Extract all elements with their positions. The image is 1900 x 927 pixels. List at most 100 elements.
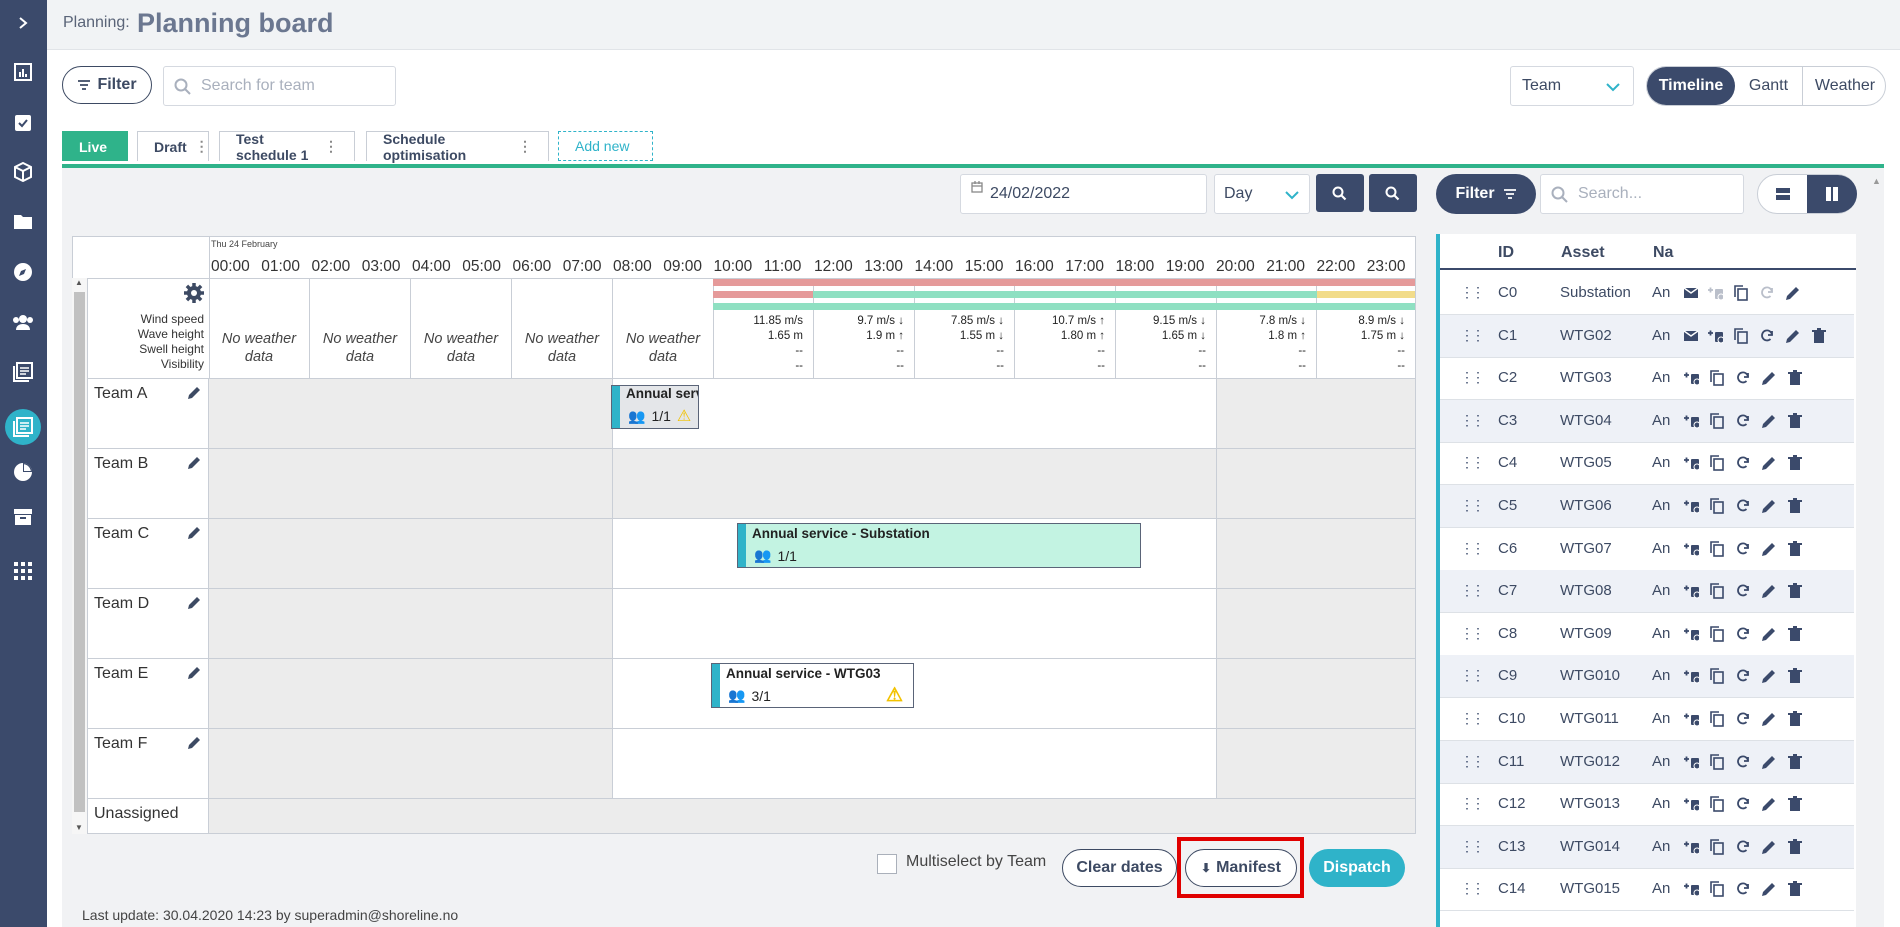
planning-board-icon[interactable] — [5, 409, 41, 445]
copy-icon[interactable] — [1708, 753, 1726, 771]
add-to-schedule-icon[interactable] — [1682, 838, 1700, 856]
drag-handle-icon[interactable]: ⋮⋮ — [1460, 625, 1485, 642]
edit-pencil-icon[interactable] — [1760, 795, 1778, 813]
scroll-down-icon[interactable]: ▼ — [75, 823, 83, 832]
dashboard-chart-icon[interactable] — [10, 59, 36, 85]
copy-icon[interactable] — [1708, 412, 1726, 430]
drag-handle-icon[interactable]: ⋮⋮ — [1460, 327, 1485, 344]
add-to-schedule-icon[interactable] — [1682, 667, 1700, 685]
tab-live[interactable]: Live — [62, 131, 128, 161]
sync-icon[interactable] — [1734, 625, 1752, 643]
delete-trash-icon[interactable] — [1786, 454, 1804, 472]
manifest-button[interactable]: ⬇ Manifest — [1185, 849, 1297, 887]
scrollbar-thumb[interactable] — [74, 292, 85, 812]
drag-handle-icon[interactable]: ⋮⋮ — [1460, 880, 1485, 897]
sync-icon[interactable] — [1758, 327, 1776, 345]
settings-gear-icon[interactable] — [183, 282, 205, 304]
copy-icon[interactable] — [1708, 540, 1726, 558]
copy-icon[interactable] — [1708, 454, 1726, 472]
table-row[interactable]: ⋮⋮ C5 WTG06 An — [1440, 485, 1854, 528]
table-row[interactable]: ⋮⋮ C10 WTG011 An — [1440, 698, 1854, 741]
package-box-icon[interactable] — [10, 159, 36, 185]
edit-pencil-icon[interactable] — [1784, 284, 1802, 302]
copy-icon[interactable] — [1708, 710, 1726, 728]
table-row[interactable]: ⋮⋮ C12 WTG013 An — [1440, 783, 1854, 827]
copy-icon[interactable] — [1708, 497, 1726, 515]
add-to-schedule-icon[interactable] — [1682, 710, 1700, 728]
table-row[interactable]: ⋮⋮ C1 WTG02 An — [1440, 314, 1854, 358]
table-row[interactable]: ⋮⋮ C11 WTG012 An — [1440, 740, 1854, 784]
add-to-schedule-icon[interactable] — [1682, 540, 1700, 558]
drag-handle-icon[interactable]: ⋮⋮ — [1460, 412, 1485, 429]
drag-handle-icon[interactable]: ⋮⋮ — [1460, 284, 1485, 301]
team-search-input[interactable]: Search for team — [163, 66, 396, 106]
more-vertical-icon[interactable]: ⋮ — [324, 138, 338, 155]
table-row[interactable]: ⋮⋮ C9 WTG010 An — [1440, 655, 1854, 699]
drag-handle-icon[interactable]: ⋮⋮ — [1460, 497, 1485, 514]
table-row[interactable]: ⋮⋮ C6 WTG07 An — [1440, 528, 1854, 571]
delete-trash-icon[interactable] — [1786, 838, 1804, 856]
apps-grid-icon[interactable] — [10, 558, 36, 584]
edit-pencil-icon[interactable] — [1760, 625, 1778, 643]
edit-pencil-icon[interactable] — [1760, 497, 1778, 515]
delete-trash-icon[interactable] — [1786, 582, 1804, 600]
filter-button[interactable]: Filter — [62, 66, 152, 104]
copy-icon[interactable] — [1708, 880, 1726, 898]
multiselect-checkbox[interactable] — [877, 854, 897, 874]
sync-icon[interactable] — [1734, 412, 1752, 430]
group-by-select[interactable]: Team — [1510, 66, 1634, 106]
range-select[interactable]: Day — [1214, 174, 1310, 214]
delete-trash-icon[interactable] — [1786, 753, 1804, 771]
schedule-list-icon[interactable] — [10, 359, 36, 385]
stacked-layout-button[interactable] — [1758, 175, 1807, 213]
archive-icon[interactable] — [10, 504, 36, 530]
task-card[interactable]: Annual serv 👥 1/1 ⚠ — [611, 385, 699, 429]
sync-icon[interactable] — [1734, 497, 1752, 515]
edit-pencil-icon[interactable] — [1760, 838, 1778, 856]
table-row[interactable]: ⋮⋮ C3 WTG04 An — [1440, 399, 1854, 443]
add-to-schedule-icon[interactable] — [1706, 284, 1724, 302]
delete-trash-icon[interactable] — [1786, 880, 1804, 898]
edit-pencil-icon[interactable] — [1760, 667, 1778, 685]
more-vertical-icon[interactable]: ⋮ — [195, 138, 209, 155]
dispatch-button[interactable]: Dispatch — [1309, 849, 1405, 887]
table-row[interactable]: ⋮⋮ C2 WTG03 An — [1440, 357, 1854, 401]
tab-test-schedule[interactable]: Test schedule 1 ⋮ — [219, 131, 355, 163]
drag-handle-icon[interactable]: ⋮⋮ — [1460, 582, 1485, 599]
delete-trash-icon[interactable] — [1786, 667, 1804, 685]
edit-pencil-icon[interactable] — [1760, 454, 1778, 472]
add-new-tab[interactable]: Add new — [558, 131, 653, 161]
sync-icon[interactable] — [1734, 710, 1752, 728]
drag-handle-icon[interactable]: ⋮⋮ — [1460, 454, 1485, 471]
team-users-icon[interactable] — [10, 309, 36, 335]
copy-icon[interactable] — [1708, 838, 1726, 856]
task-search-input[interactable]: Search... — [1540, 174, 1744, 214]
zoom-in-button[interactable] — [1369, 174, 1417, 212]
tab-draft[interactable]: Draft ⋮ — [137, 131, 209, 161]
delete-trash-icon[interactable] — [1786, 497, 1804, 515]
drag-handle-icon[interactable]: ⋮⋮ — [1460, 710, 1485, 727]
delete-trash-icon[interactable] — [1786, 540, 1804, 558]
drag-handle-icon[interactable]: ⋮⋮ — [1460, 795, 1485, 812]
table-row[interactable]: ⋮⋮ C4 WTG05 An — [1440, 442, 1854, 486]
column-asset[interactable]: Asset — [1561, 244, 1605, 262]
delete-trash-icon[interactable] — [1786, 625, 1804, 643]
sync-icon[interactable] — [1734, 753, 1752, 771]
edit-pencil-icon[interactable] — [1760, 753, 1778, 771]
pie-chart-icon[interactable] — [10, 459, 36, 485]
edit-pencil-icon[interactable] — [1784, 327, 1802, 345]
column-id[interactable]: ID — [1498, 244, 1514, 262]
folder-icon[interactable] — [10, 209, 36, 235]
more-vertical-icon[interactable]: ⋮ — [518, 138, 532, 155]
sync-icon[interactable] — [1734, 582, 1752, 600]
copy-icon[interactable] — [1732, 327, 1750, 345]
task-card[interactable]: Annual service - WTG03 👥 3/1 ⚠ — [711, 663, 914, 708]
add-to-schedule-icon[interactable] — [1682, 412, 1700, 430]
scroll-up-icon[interactable]: ▲ — [75, 278, 83, 287]
table-row[interactable]: ⋮⋮ C8 WTG09 An — [1440, 613, 1854, 656]
sync-icon[interactable] — [1734, 795, 1752, 813]
add-to-schedule-icon[interactable] — [1682, 582, 1700, 600]
vertical-scrollbar[interactable]: ▲ ▼ — [72, 278, 88, 834]
edit-pencil-icon[interactable] — [1760, 582, 1778, 600]
delete-trash-icon[interactable] — [1810, 327, 1828, 345]
